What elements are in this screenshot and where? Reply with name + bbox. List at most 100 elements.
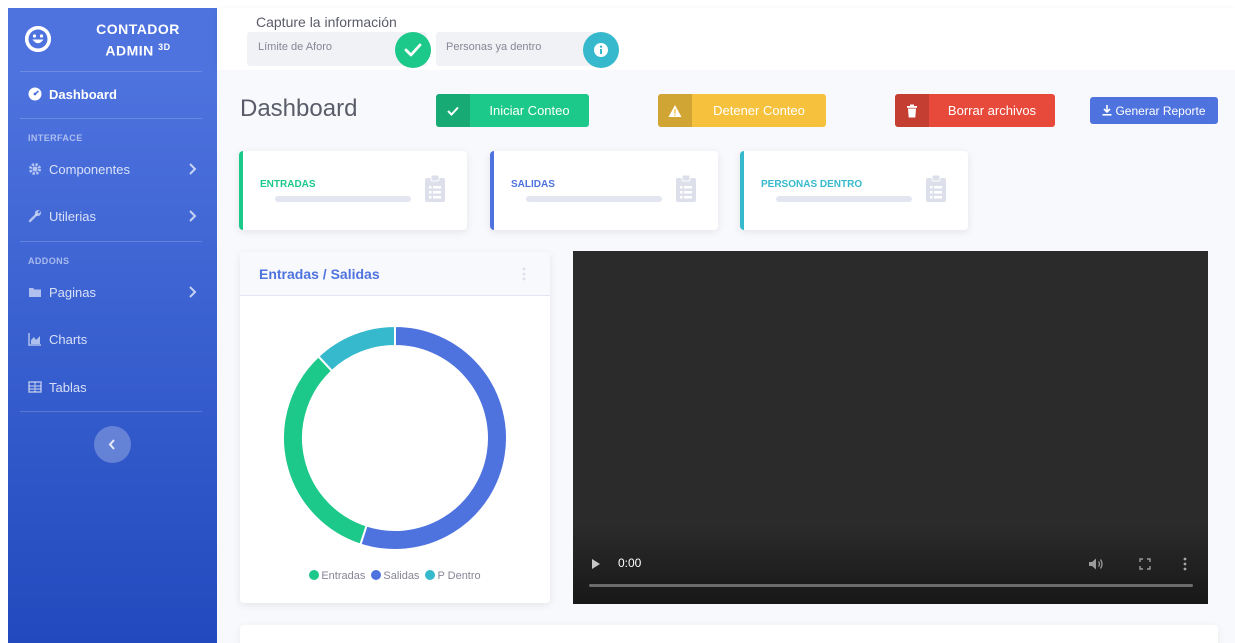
legend-label: Salidas (383, 570, 420, 582)
table-icon (28, 380, 42, 394)
stat-card-dentro: PERSONAS DENTRO (740, 151, 968, 230)
legend-label: P Dentro (437, 570, 481, 582)
stat-label: PERSONAS DENTRO (761, 179, 863, 190)
sidebar-item-charts[interactable]: Charts (8, 319, 217, 359)
card-accent (239, 151, 243, 230)
sidebar-item-label: Componentes (49, 161, 130, 177)
brand-line1: CONTADOR (96, 21, 180, 37)
delete-files-button[interactable]: Borrar archivos (895, 94, 1055, 127)
tachometer-icon (28, 87, 42, 101)
chart-card: Entradas / Salidas Entradas Salidas P Dent… (240, 252, 550, 603)
sidebar-item-utilerias[interactable]: Utilerias (8, 196, 217, 236)
stat-label: ENTRADAS (260, 179, 316, 190)
clipboard-list-icon (926, 175, 946, 202)
chart-card-header: Entradas / Salidas (240, 252, 550, 296)
generate-report-button[interactable]: Generar Reporte (1090, 97, 1218, 124)
brand-line2: ADMIN (105, 42, 154, 59)
sidebar: CONTADOR ADMIN 3D Dashboard INTERFACE Co… (8, 8, 217, 643)
cog-icon (28, 162, 42, 176)
stat-card-salidas: SALIDAS (490, 151, 718, 230)
card-accent (490, 151, 494, 230)
sidebar-item-label: Tablas (49, 379, 87, 395)
bottom-card (240, 625, 1218, 643)
legend-dot (425, 570, 436, 580)
sidebar-item-componentes[interactable]: Componentes (8, 149, 217, 189)
page-title: Dashboard (240, 95, 358, 122)
legend-dot (371, 570, 382, 580)
check-icon (436, 94, 470, 127)
inside-field[interactable]: Personas ya dentro (436, 32, 596, 66)
brand-sup: 3D (158, 42, 171, 52)
video-player[interactable]: 0:00 (573, 251, 1208, 604)
donut-chart (282, 324, 509, 551)
legend-item-entradas[interactable]: Entradas (309, 570, 365, 582)
sidebar-item-label: Paginas (49, 284, 96, 300)
capture-title: Capture la información (256, 14, 397, 30)
volume-icon[interactable] (1088, 557, 1104, 571)
chart-area-icon (28, 332, 42, 346)
inside-info-button[interactable] (583, 32, 619, 68)
sidebar-item-tablas[interactable]: Tablas (8, 367, 217, 407)
donut-slice-salidas[interactable] (359, 324, 509, 551)
topbar: Capture la información Límite de Aforo P… (217, 8, 1235, 70)
chart-title: Entradas / Salidas (259, 266, 380, 282)
donut-slice-p-dentro[interactable] (316, 324, 396, 373)
more-options-icon[interactable] (1183, 557, 1187, 571)
card-accent (740, 151, 744, 230)
folder-icon (28, 285, 42, 299)
brand[interactable]: CONTADOR ADMIN 3D (8, 8, 217, 72)
stat-label: SALIDAS (511, 179, 555, 190)
chevron-right-icon (189, 286, 197, 298)
clipboard-list-icon (425, 175, 445, 202)
delete-files-label: Borrar archivos (947, 103, 1037, 118)
warning-icon (658, 94, 692, 127)
limit-label: Límite de Aforo (258, 41, 332, 53)
stop-count-button[interactable]: Detener Conteo (658, 94, 826, 127)
info-icon (594, 43, 608, 57)
play-icon[interactable] (591, 558, 601, 570)
start-count-button[interactable]: Iniciar Conteo (436, 94, 589, 127)
clipboard-list-icon (676, 175, 696, 202)
stat-placeholder-bar (776, 196, 912, 202)
sidebar-heading-addons: ADDONS (28, 256, 70, 266)
sidebar-divider (20, 71, 202, 72)
generate-report-label: Generar Reporte (1115, 103, 1206, 118)
ellipsis-vertical-icon[interactable] (522, 267, 526, 281)
legend-item-p-dentro[interactable]: P Dentro (425, 570, 481, 582)
sidebar-item-label: Dashboard (49, 86, 117, 102)
donut-slice-entradas[interactable] (282, 354, 368, 546)
stop-count-label: Detener Conteo (713, 103, 805, 118)
chart-legend: Entradas Salidas P Dentro (240, 570, 550, 582)
laugh-icon (25, 26, 51, 52)
sidebar-item-label: Utilerias (49, 208, 96, 224)
stat-placeholder-bar (275, 196, 411, 202)
sidebar-item-dashboard[interactable]: Dashboard (8, 74, 217, 114)
video-controls-overlay (573, 524, 1208, 604)
page: CONTADOR ADMIN 3D Dashboard INTERFACE Co… (0, 0, 1235, 643)
stat-card-entradas: ENTRADAS (239, 151, 467, 230)
start-count-label: Iniciar Conteo (489, 103, 570, 118)
legend-label: Entradas (321, 570, 366, 582)
chevron-right-icon (189, 163, 197, 175)
sidebar-heading-interface: INTERFACE (28, 133, 83, 143)
sidebar-divider (20, 118, 202, 119)
main-content: Dashboard Iniciar Conteo Detener Conteo … (217, 70, 1235, 643)
download-icon (1102, 104, 1112, 116)
inside-label: Personas ya dentro (446, 41, 542, 53)
check-icon (404, 43, 422, 57)
chevron-right-icon (189, 210, 197, 222)
video-progress-bar[interactable] (589, 584, 1193, 587)
chevron-left-icon (108, 439, 115, 450)
sidebar-item-paginas[interactable]: Paginas (8, 272, 217, 312)
limit-confirm-button[interactable] (395, 32, 431, 68)
fullscreen-icon[interactable] (1139, 558, 1151, 570)
sidebar-toggle-button[interactable] (94, 426, 131, 463)
legend-item-salidas[interactable]: Salidas (371, 570, 419, 582)
sidebar-divider (20, 241, 202, 242)
sidebar-divider (20, 411, 202, 412)
wrench-icon (28, 209, 42, 223)
brand-name: CONTADOR ADMIN 3D (68, 20, 208, 60)
sidebar-item-label: Charts (49, 331, 88, 347)
legend-dot (309, 570, 320, 580)
stat-placeholder-bar (526, 196, 662, 202)
